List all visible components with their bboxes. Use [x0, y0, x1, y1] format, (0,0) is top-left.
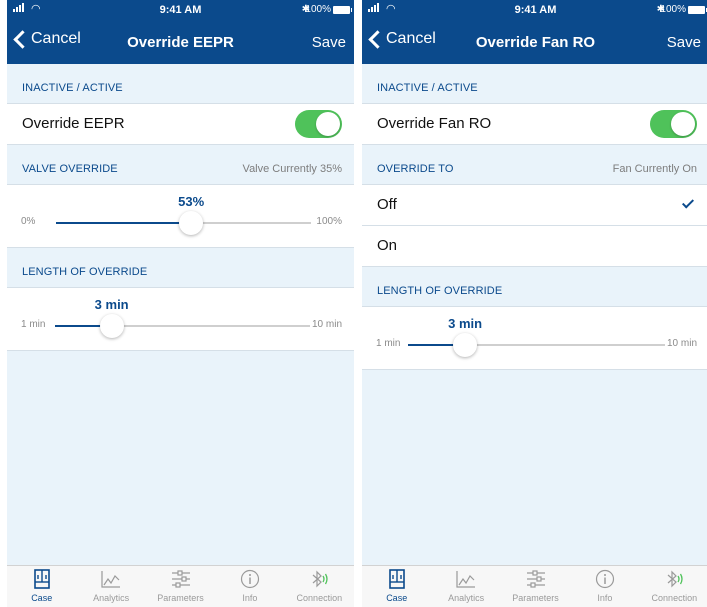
toggle-knob	[671, 112, 695, 136]
checkmark-icon	[681, 196, 695, 209]
override-toggle-row: Override Fan RO	[362, 104, 707, 145]
slider-min-label: 1 min	[376, 338, 401, 349]
tab-case[interactable]: Case	[7, 566, 76, 607]
override-toggle-switch[interactable]	[650, 110, 697, 138]
cancel-button[interactable]: Cancel	[11, 29, 81, 49]
slider-thumb[interactable]	[99, 314, 124, 338]
screen-override-fan-ro: ◠ 9:41 AM ✱ 100% Cancel Override Fan RO …	[362, 0, 707, 607]
section-header-length: LENGTH OF OVERRIDE	[7, 248, 354, 288]
info-icon	[570, 569, 639, 593]
cancel-label: Cancel	[386, 30, 436, 47]
tab-label: Info	[597, 593, 613, 603]
section-header-valve: VALVE OVERRIDE Valve Currently 35%	[7, 145, 354, 185]
tab-label: Parameters	[157, 593, 204, 603]
chevron-left-icon	[13, 29, 32, 49]
tab-label: Case	[386, 593, 408, 603]
valve-override-slider-block: 53% 0% 100%	[7, 185, 354, 248]
tab-label: Connection	[296, 593, 343, 603]
battery-percent: 100%	[660, 4, 686, 15]
connection-icon	[285, 569, 354, 593]
case-icon	[362, 569, 431, 593]
length-override-slider-block: 3 min 1 min 10 min	[7, 288, 354, 351]
section-header-override-to: OVERRIDE TO Fan Currently On	[362, 145, 707, 185]
cancel-button[interactable]: Cancel	[366, 29, 436, 49]
save-button[interactable]: Save	[312, 34, 346, 51]
navigation-bar: Cancel Override EEPR Save	[7, 20, 354, 64]
tab-bar: Case Analytics Parameters Info Connectio…	[362, 565, 707, 607]
tab-parameters[interactable]: Parameters	[146, 566, 215, 607]
slider-track[interactable]	[55, 314, 310, 338]
option-row-off[interactable]: Off	[362, 185, 707, 226]
tab-info[interactable]: Info	[570, 566, 639, 607]
tab-analytics[interactable]: Analytics	[431, 566, 500, 607]
slider-min-label: 1 min	[21, 319, 46, 330]
tab-label: Analytics	[93, 593, 130, 603]
section-header-active: INACTIVE / ACTIVE	[7, 64, 354, 104]
tab-label: Connection	[651, 593, 698, 603]
slider-max-label: 10 min	[666, 338, 697, 349]
slider-value: 3 min	[94, 297, 129, 312]
battery-percent: 100%	[305, 4, 331, 15]
slider-value: 53%	[178, 194, 205, 209]
tab-label: Case	[31, 593, 53, 603]
tab-bar: Case Analytics Parameters Info Connectio…	[7, 565, 354, 607]
battery-icon	[333, 6, 352, 14]
option-label: Off	[377, 196, 397, 213]
navigation-bar: Cancel Override Fan RO Save	[362, 20, 707, 64]
tab-label: Analytics	[448, 593, 485, 603]
fan-current-status: Fan Currently On	[612, 163, 697, 175]
slider-value: 3 min	[448, 316, 483, 331]
status-bar: ◠ 9:41 AM ✱ 100%	[7, 0, 354, 20]
override-toggle-label: Override Fan RO	[377, 115, 492, 132]
valve-current-status: Valve Currently 35%	[242, 163, 342, 175]
tab-label: Parameters	[512, 593, 559, 603]
override-toggle-switch[interactable]	[295, 110, 342, 138]
tab-parameters[interactable]: Parameters	[501, 566, 570, 607]
battery-icon	[688, 6, 707, 14]
slider-track[interactable]	[56, 211, 311, 235]
override-toggle-label: Override EEPR	[22, 115, 125, 132]
section-label: LENGTH OF OVERRIDE	[22, 266, 148, 278]
tab-label: Info	[242, 593, 258, 603]
analytics-icon	[76, 569, 145, 593]
tab-case[interactable]: Case	[362, 566, 431, 607]
screen-override-eepr: ◠ 9:41 AM ✱ 100% Cancel Override EEPR Sa…	[7, 0, 354, 607]
section-label: LENGTH OF OVERRIDE	[377, 285, 503, 297]
option-label: On	[377, 237, 398, 254]
section-label: INACTIVE / ACTIVE	[377, 82, 478, 94]
slider-thumb[interactable]	[179, 211, 204, 235]
status-bar: ◠ 9:41 AM ✱ 100%	[362, 0, 707, 20]
parameters-icon	[501, 569, 570, 593]
slider-track[interactable]	[408, 333, 665, 357]
toggle-knob	[316, 112, 340, 136]
connection-icon	[640, 569, 707, 593]
tab-info[interactable]: Info	[215, 566, 284, 607]
cancel-label: Cancel	[31, 30, 81, 47]
slider-max-label: 100%	[316, 216, 342, 227]
slider-fill	[56, 222, 192, 224]
section-label: OVERRIDE TO	[377, 163, 454, 175]
case-icon	[7, 569, 76, 593]
tab-connection[interactable]: Connection	[285, 566, 354, 607]
length-override-slider-block: 3 min 1 min 10 min	[362, 307, 707, 370]
tab-connection[interactable]: Connection	[640, 566, 707, 607]
slider-thumb[interactable]	[453, 333, 478, 357]
tab-analytics[interactable]: Analytics	[76, 566, 145, 607]
slider-min-label: 0%	[21, 216, 36, 227]
analytics-icon	[431, 569, 500, 593]
slider-max-label: 10 min	[311, 319, 342, 330]
section-header-length: LENGTH OF OVERRIDE	[362, 267, 707, 307]
section-label: VALVE OVERRIDE	[22, 163, 118, 175]
option-row-on[interactable]: On	[362, 226, 707, 267]
override-toggle-row: Override EEPR	[7, 104, 354, 145]
status-time: 9:41 AM	[514, 4, 557, 16]
info-icon	[215, 569, 284, 593]
parameters-icon	[146, 569, 215, 593]
save-button[interactable]: Save	[667, 34, 701, 51]
chevron-left-icon	[368, 29, 387, 49]
section-header-active: INACTIVE / ACTIVE	[362, 64, 707, 104]
section-label: INACTIVE / ACTIVE	[22, 82, 123, 94]
